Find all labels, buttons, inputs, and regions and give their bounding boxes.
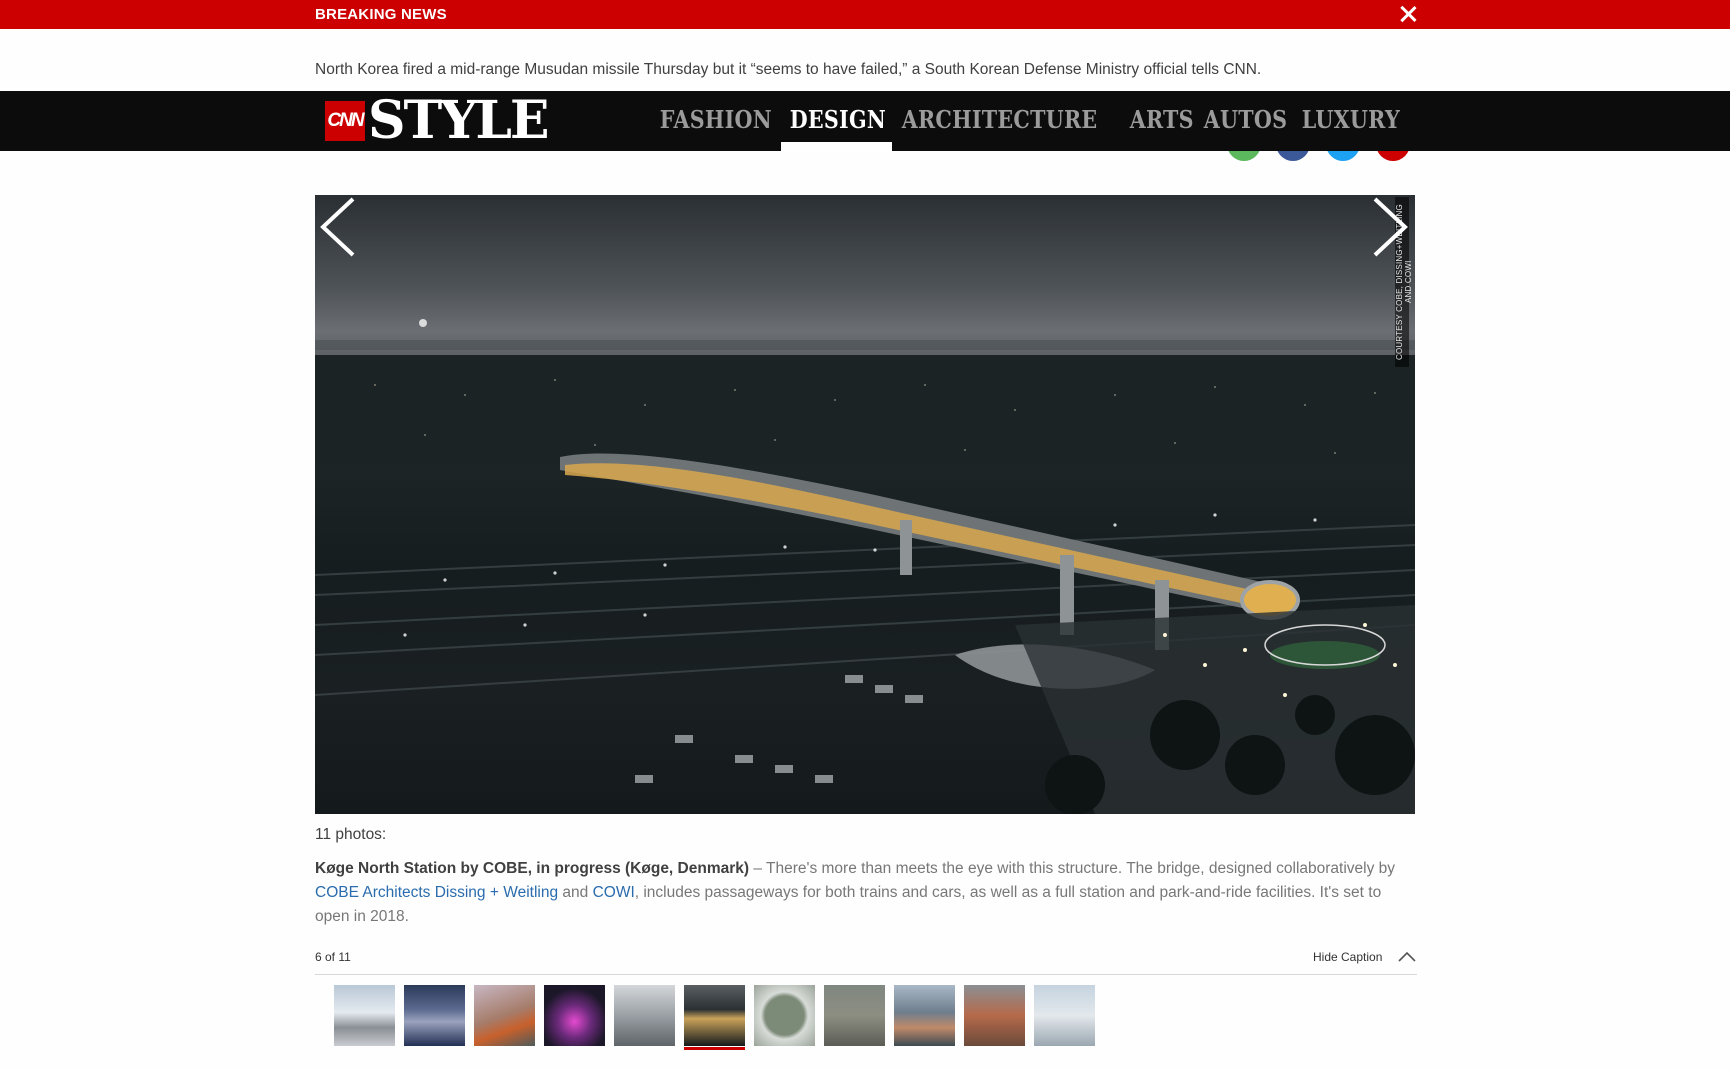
nav-item-arts[interactable]: ARTS — [1122, 91, 1202, 151]
nav-active-indicator — [781, 142, 892, 151]
thumbnail[interactable] — [614, 985, 675, 1046]
divider — [315, 974, 1417, 975]
station-rendering — [315, 319, 1415, 814]
caption-text-1: There's more than meets the eye with thi… — [766, 860, 1396, 877]
nav-item-architecture[interactable]: ARCHITECTURE — [894, 91, 1105, 151]
close-icon[interactable] — [1396, 2, 1420, 26]
gallery-position: 6 of 11 — [315, 950, 351, 964]
thumbnail[interactable] — [544, 985, 605, 1046]
breaking-news-bar: BREAKING NEWS — [0, 0, 1730, 29]
thumbnail[interactable] — [684, 985, 745, 1050]
nav-item-fashion[interactable]: FASHION — [652, 91, 780, 151]
hide-caption-button[interactable]: Hide Caption — [1313, 950, 1382, 964]
nav-item-luxury[interactable]: LUXURY — [1294, 91, 1408, 151]
photo-count: 11 photos: — [315, 826, 387, 843]
chevron-left-icon[interactable] — [317, 195, 357, 259]
thumbnail[interactable] — [824, 985, 885, 1046]
thumbnail[interactable] — [334, 985, 395, 1046]
nav-item-autos[interactable]: AUTOS — [1196, 91, 1295, 151]
caption-dash: – — [749, 860, 766, 877]
thumbnail[interactable] — [404, 985, 465, 1046]
caption-text-2: and — [558, 884, 593, 901]
cnn-logo[interactable]: CNN — [325, 101, 365, 141]
gallery-caption: Køge North Station by COBE, in progress … — [315, 857, 1415, 929]
share-circle — [1227, 151, 1261, 161]
gallery-image[interactable]: COURTESY COBE, DISSING+WEITLING AND COWI — [315, 195, 1415, 814]
style-logo[interactable]: STYLE — [368, 92, 550, 150]
breaking-news-label: BREAKING NEWS — [315, 6, 447, 23]
share-twitter-icon[interactable] — [1326, 151, 1360, 161]
thumbnail[interactable] — [1034, 985, 1095, 1046]
thumbnail[interactable] — [754, 985, 815, 1046]
share-circle — [1376, 151, 1410, 161]
share-facebook-icon[interactable] — [1276, 151, 1310, 161]
thumbnail-strip — [334, 985, 1104, 1050]
nav-items: FASHION DESIGN ARCHITECTURE ARTS AUTOS L… — [652, 91, 1408, 151]
chevron-right-icon[interactable] — [1371, 195, 1411, 259]
thumbnail[interactable] — [964, 985, 1025, 1046]
share-circle — [1326, 151, 1360, 161]
cobe-link[interactable]: COBE Architects Dissing + Weitling — [315, 884, 558, 901]
share-circle — [1276, 151, 1310, 161]
cowi-link[interactable]: COWI — [593, 884, 635, 901]
chevron-up-icon[interactable] — [1397, 949, 1417, 963]
share-email-icon[interactable] — [1376, 151, 1410, 161]
thumbnail[interactable] — [894, 985, 955, 1046]
thumbnail[interactable] — [474, 985, 535, 1046]
caption-title: Køge North Station by COBE, in progress … — [315, 860, 750, 877]
breaking-news-text[interactable]: North Korea fired a mid-range Musudan mi… — [315, 61, 1261, 79]
share-whatsapp-icon[interactable] — [1227, 151, 1261, 161]
